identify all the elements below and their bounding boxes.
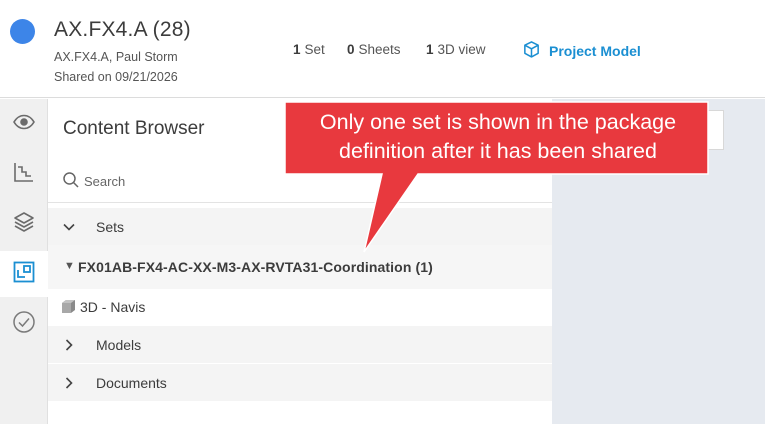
stat-sheets-label: Sheets: [358, 42, 401, 57]
project-model-link[interactable]: Project Model: [522, 40, 641, 62]
search-icon: [62, 171, 80, 189]
project-model-label: Project Model: [549, 43, 641, 59]
stat-sets-label: Set: [304, 42, 325, 57]
set-row[interactable]: ▼ FX01AB-FX4-AC-XX-M3-AX-RVTA31-Coordina…: [48, 245, 552, 289]
left-rail: [0, 99, 48, 424]
chart-steps-icon: [12, 160, 36, 189]
sheet-browser-icon: [12, 260, 36, 289]
package-meta: AX.FX4.A, Paul Storm: [54, 50, 178, 64]
callout-line-2: definition after it has been shared: [339, 139, 657, 163]
set-view-item-label: 3D - Navis: [80, 299, 146, 315]
documents-group-row[interactable]: Documents: [48, 364, 552, 401]
rail-approvals-button[interactable]: [0, 301, 48, 347]
sets-group-row[interactable]: Sets: [48, 208, 552, 245]
callout-line-1: Only one set is shown in the package: [319, 110, 677, 134]
content-browser-title: Content Browser: [63, 118, 205, 139]
callout-text: Only one set is shown in the package def…: [289, 108, 707, 166]
rail-chart-button[interactable]: [0, 151, 48, 197]
chevron-right-icon[interactable]: [62, 338, 76, 352]
chevron-down-icon[interactable]: [62, 220, 76, 234]
cube-icon: [522, 40, 541, 62]
documents-group-label: Documents: [96, 375, 167, 391]
stat-sheets-count: 0: [347, 42, 355, 57]
set-view-item[interactable]: 3D - Navis: [48, 289, 552, 325]
package-title: AX.FX4.A (28): [54, 18, 191, 41]
package-header: AX.FX4.A (28) AX.FX4.A, Paul Storm Share…: [0, 0, 765, 98]
rail-views-button[interactable]: [0, 101, 48, 147]
set-name: FX01AB-FX4-AC-XX-M3-AX-RVTA31-Coordinati…: [78, 259, 433, 275]
caret-down-icon[interactable]: ▼: [64, 260, 75, 272]
3d-view-icon: [61, 299, 76, 314]
sets-group-label: Sets: [96, 219, 125, 235]
models-group-label: Models: [96, 337, 142, 353]
stat-sheets: 0 Sheets: [347, 42, 401, 57]
chevron-right-icon[interactable]: [62, 376, 76, 390]
stat-views-label: 3D view: [437, 42, 486, 57]
layers-icon: [12, 210, 36, 239]
status-dot: [10, 19, 35, 44]
search-input[interactable]: [84, 170, 384, 192]
eye-icon: [12, 110, 36, 139]
check-circle-icon: [12, 310, 36, 339]
stat-views-count: 1: [426, 42, 434, 57]
rail-layers-button[interactable]: [0, 201, 48, 247]
package-shared-date: Shared on 09/21/2026: [54, 70, 178, 84]
models-group-row[interactable]: Models: [48, 326, 552, 363]
rail-sheet-browser-button[interactable]: [0, 251, 48, 297]
stat-views: 1 3D view: [426, 42, 486, 57]
stat-sets: 1 Set: [293, 42, 325, 57]
stat-sets-count: 1: [293, 42, 301, 57]
